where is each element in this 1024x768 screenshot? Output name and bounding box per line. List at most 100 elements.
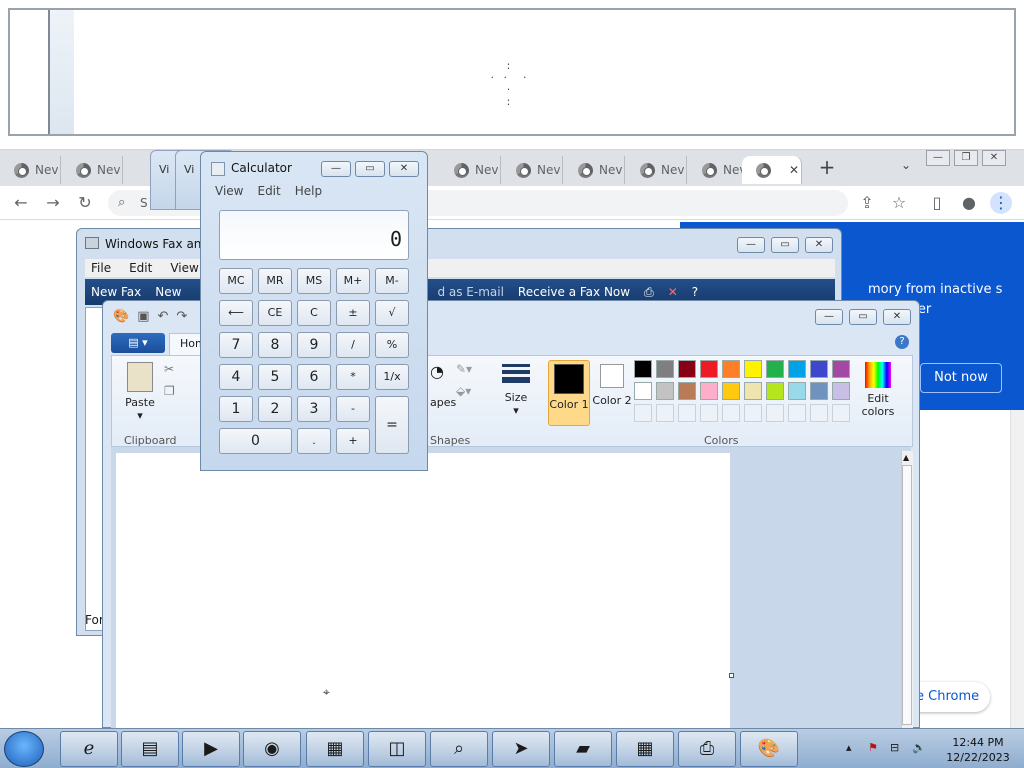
close-button[interactable]: ✕ — [982, 150, 1006, 166]
save-icon[interactable]: ▣ — [137, 309, 149, 324]
ce-button[interactable]: CE — [258, 300, 292, 326]
palette-color-swatch[interactable] — [744, 360, 762, 378]
fax-taskbar-icon[interactable]: ⎙ — [678, 731, 736, 767]
size-button[interactable]: Size ▾ — [498, 362, 534, 417]
copy-icon[interactable]: ❐ — [164, 384, 175, 398]
minimize-button[interactable]: — — [321, 161, 351, 177]
palette-color-swatch[interactable] — [832, 382, 850, 400]
palette-color-swatch[interactable] — [766, 360, 784, 378]
media-player-taskbar-icon[interactable]: ▶ — [182, 731, 240, 767]
multiply-button[interactable]: * — [336, 364, 370, 390]
show-hidden-icons-chevron-icon[interactable]: ▴ — [846, 741, 852, 754]
chrome-tab[interactable]: Nev — [440, 156, 501, 184]
palette-color-swatch[interactable] — [656, 382, 674, 400]
sticky-notes-taskbar-icon[interactable]: ▰ — [554, 731, 612, 767]
tab-search-chevron-icon[interactable]: ⌄ — [896, 158, 916, 178]
palette-color-swatch[interactable] — [656, 360, 674, 378]
paste-button[interactable]: Paste ▾ — [120, 362, 160, 422]
digit-0-button[interactable]: 0 — [219, 428, 292, 454]
reload-icon[interactable]: ↻ — [74, 192, 96, 214]
side-panel-icon[interactable]: ▯ — [926, 192, 948, 214]
color1-button[interactable]: Color 1 — [548, 360, 590, 426]
palette-color-swatch[interactable] — [700, 360, 718, 378]
palette-custom-slot[interactable] — [634, 404, 652, 422]
close-button[interactable]: ✕ — [389, 161, 419, 177]
digit-2-button[interactable]: 2 — [258, 396, 292, 422]
palette-color-swatch[interactable] — [722, 382, 740, 400]
palette-custom-slot[interactable] — [678, 404, 696, 422]
send-taskbar-icon[interactable]: ➤ — [492, 731, 550, 767]
digit-9-button[interactable]: 9 — [297, 332, 331, 358]
m-minus-button[interactable]: M- — [375, 268, 409, 294]
chrome-tab[interactable]: Nev — [688, 156, 749, 184]
paint-file-menu-button[interactable]: ▤ ▾ — [111, 333, 165, 353]
volume-muted-icon[interactable]: 🔈 — [912, 741, 926, 754]
toolbox-taskbar-icon[interactable]: ▦ — [306, 731, 364, 767]
not-now-button[interactable]: Not now — [920, 363, 1002, 393]
percent-button[interactable]: % — [375, 332, 409, 358]
maximize-button[interactable]: ▭ — [771, 237, 799, 253]
m-plus-button[interactable]: M+ — [336, 268, 370, 294]
digit-1-button[interactable]: 1 — [219, 396, 253, 422]
clock[interactable]: 12:44 PM 12/22/2023 — [940, 735, 1016, 765]
palette-color-swatch[interactable] — [700, 382, 718, 400]
paint-taskbar-icon[interactable]: 🎨 — [740, 731, 798, 767]
receive-fax-now-button[interactable]: Receive a Fax Now — [518, 285, 630, 299]
menu-view[interactable]: View — [170, 259, 198, 277]
palette-color-swatch[interactable] — [744, 382, 762, 400]
shapes-gallery-icon[interactable]: ◔ — [430, 362, 444, 381]
chrome-tab[interactable]: Nev — [62, 156, 123, 184]
color2-button[interactable]: Color 2 — [592, 362, 632, 407]
help-icon[interactable]: ? — [895, 335, 909, 349]
menu-edit[interactable]: Edit — [129, 259, 152, 277]
paint-vertical-scrollbar[interactable]: ▲ — [901, 451, 913, 729]
search-tool-taskbar-icon[interactable]: ⌕ — [430, 731, 488, 767]
canvas-resize-handle[interactable] — [729, 673, 734, 678]
close-tab-icon[interactable]: ✕ — [789, 163, 799, 177]
minimize-button[interactable]: — — [815, 309, 843, 325]
print-icon[interactable]: ⎙ — [644, 285, 654, 300]
sqrt-button[interactable]: √ — [375, 300, 409, 326]
palette-color-swatch[interactable] — [766, 382, 784, 400]
palette-color-swatch[interactable] — [678, 382, 696, 400]
forward-as-email-button[interactable]: d as E-mail — [437, 285, 503, 299]
cut-icon[interactable]: ✂ — [164, 362, 174, 376]
divide-button[interactable]: / — [336, 332, 370, 358]
outline-icon[interactable]: ✎▾ — [456, 362, 472, 376]
digit-3-button[interactable]: 3 — [297, 396, 331, 422]
bookmark-star-icon[interactable]: ☆ — [888, 192, 910, 214]
subtract-button[interactable]: - — [336, 396, 370, 422]
chrome-tab[interactable]: Nev — [0, 156, 61, 184]
profile-avatar-icon[interactable]: ● — [958, 192, 980, 214]
digit-8-button[interactable]: 8 — [258, 332, 292, 358]
edit-colors-button[interactable]: Edit colors — [856, 362, 900, 418]
palette-custom-slot[interactable] — [700, 404, 718, 422]
back-icon[interactable]: ← — [10, 192, 32, 214]
undo-icon[interactable]: ↶ — [157, 309, 168, 324]
menu-help[interactable]: Help — [295, 182, 322, 200]
backspace-button[interactable]: ⟵ — [219, 300, 253, 326]
maximize-button[interactable]: ▭ — [355, 161, 385, 177]
menu-edit[interactable]: Edit — [257, 182, 280, 200]
calculator-taskbar-icon[interactable]: ▦ — [616, 731, 674, 767]
scroll-thumb[interactable] — [902, 465, 912, 725]
chrome-tab[interactable]: Nev — [626, 156, 687, 184]
digit-6-button[interactable]: 6 — [297, 364, 331, 390]
start-button[interactable] — [4, 731, 44, 767]
minimize-button[interactable]: — — [737, 237, 765, 253]
menu-kebab-icon[interactable]: ⋮ — [990, 192, 1012, 214]
close-button[interactable]: ✕ — [883, 309, 911, 325]
internet-explorer-taskbar-icon[interactable]: ℯ — [60, 731, 118, 767]
disk-utility-taskbar-icon[interactable]: ◫ — [368, 731, 426, 767]
scroll-up-icon[interactable]: ▲ — [903, 453, 909, 462]
restore-button[interactable]: ❐ — [954, 150, 978, 166]
palette-color-swatch[interactable] — [810, 360, 828, 378]
palette-custom-slot[interactable] — [656, 404, 674, 422]
ms-button[interactable]: MS — [297, 268, 331, 294]
maximize-button[interactable]: ▭ — [849, 309, 877, 325]
chrome-scrollbar[interactable] — [1010, 410, 1024, 728]
redo-icon[interactable]: ↷ — [176, 309, 187, 324]
chrome-tab[interactable]: Nev — [502, 156, 563, 184]
paint-canvas[interactable] — [116, 453, 730, 729]
mr-button[interactable]: MR — [258, 268, 292, 294]
